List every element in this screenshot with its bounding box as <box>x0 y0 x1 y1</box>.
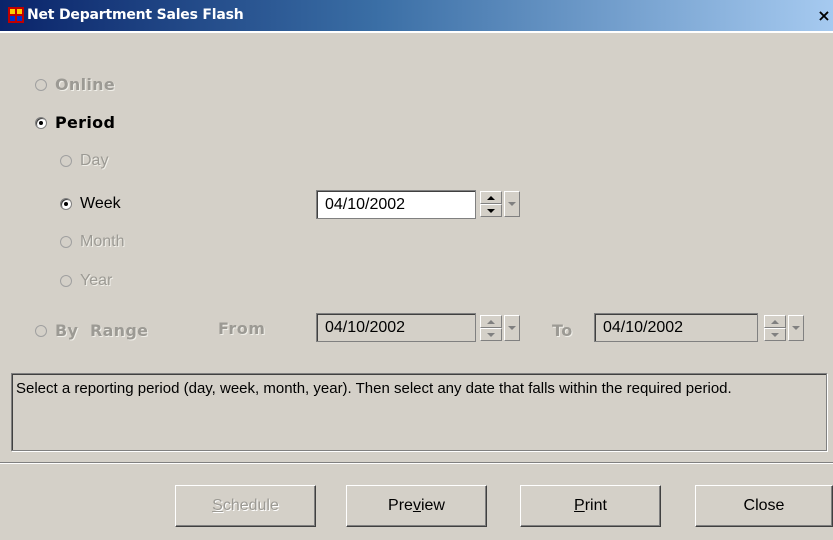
option-month: Month <box>60 233 124 251</box>
to-label: To <box>552 321 573 340</box>
preview-button[interactable]: Pre v iew <box>346 485 487 527</box>
online-radio <box>35 78 47 91</box>
print-button[interactable]: Print <box>520 485 661 527</box>
from-label: From <box>218 319 266 338</box>
chevron-down-icon <box>792 326 800 330</box>
online-label: Online <box>55 75 116 94</box>
day-label: Day <box>80 152 109 169</box>
month-radio <box>60 236 72 248</box>
to-date-dropdown-button <box>788 315 804 341</box>
chevron-down-icon <box>508 202 516 206</box>
year-label: Year <box>80 272 113 289</box>
day-radio <box>60 155 72 167</box>
close-icon[interactable]: × <box>815 7 833 25</box>
frame-edge <box>0 31 833 33</box>
option-day: Day <box>60 152 108 170</box>
to-spin-down-button <box>764 328 786 341</box>
period-radio[interactable] <box>35 116 47 129</box>
week-date-input[interactable]: 04/10/2002 <box>316 190 476 219</box>
option-week[interactable]: Week <box>60 195 121 213</box>
from-date-spinner <box>480 315 502 341</box>
week-radio[interactable] <box>60 198 72 210</box>
period-label[interactable]: Period <box>55 113 115 132</box>
from-date-dropdown-button <box>504 315 520 341</box>
option-by-range: By Range <box>35 321 148 340</box>
week-spin-down-button[interactable] <box>480 204 502 217</box>
option-online: Online <box>35 75 115 94</box>
option-period[interactable]: Period <box>35 113 115 132</box>
to-date-spinner <box>764 315 786 341</box>
by-range-radio <box>35 324 47 337</box>
help-text-box: Select a reporting period (day, week, mo… <box>11 373 827 451</box>
chevron-down-icon <box>508 326 516 330</box>
separator-highlight <box>0 463 833 464</box>
close-button[interactable]: Close <box>695 485 833 527</box>
year-radio <box>60 275 72 287</box>
to-spin-up-button <box>764 315 786 328</box>
from-date-input: 04/10/2002 <box>316 313 476 342</box>
window-title: Net Department Sales Flash <box>27 7 244 23</box>
from-spin-up-button <box>480 315 502 328</box>
option-year: Year <box>60 272 112 290</box>
week-label[interactable]: Week <box>80 195 121 213</box>
from-spin-down-button <box>480 328 502 341</box>
to-date-input: 04/10/2002 <box>594 313 758 342</box>
schedule-button: Schedule <box>175 485 316 527</box>
week-date-dropdown-button[interactable] <box>504 191 520 217</box>
week-date-spinner[interactable] <box>480 191 502 217</box>
week-spin-up-button[interactable] <box>480 191 502 204</box>
app-icon <box>8 7 24 23</box>
by-range-label: By Range <box>55 321 149 340</box>
title-bar: Net Department Sales Flash × <box>0 0 833 31</box>
month-label: Month <box>80 233 125 250</box>
